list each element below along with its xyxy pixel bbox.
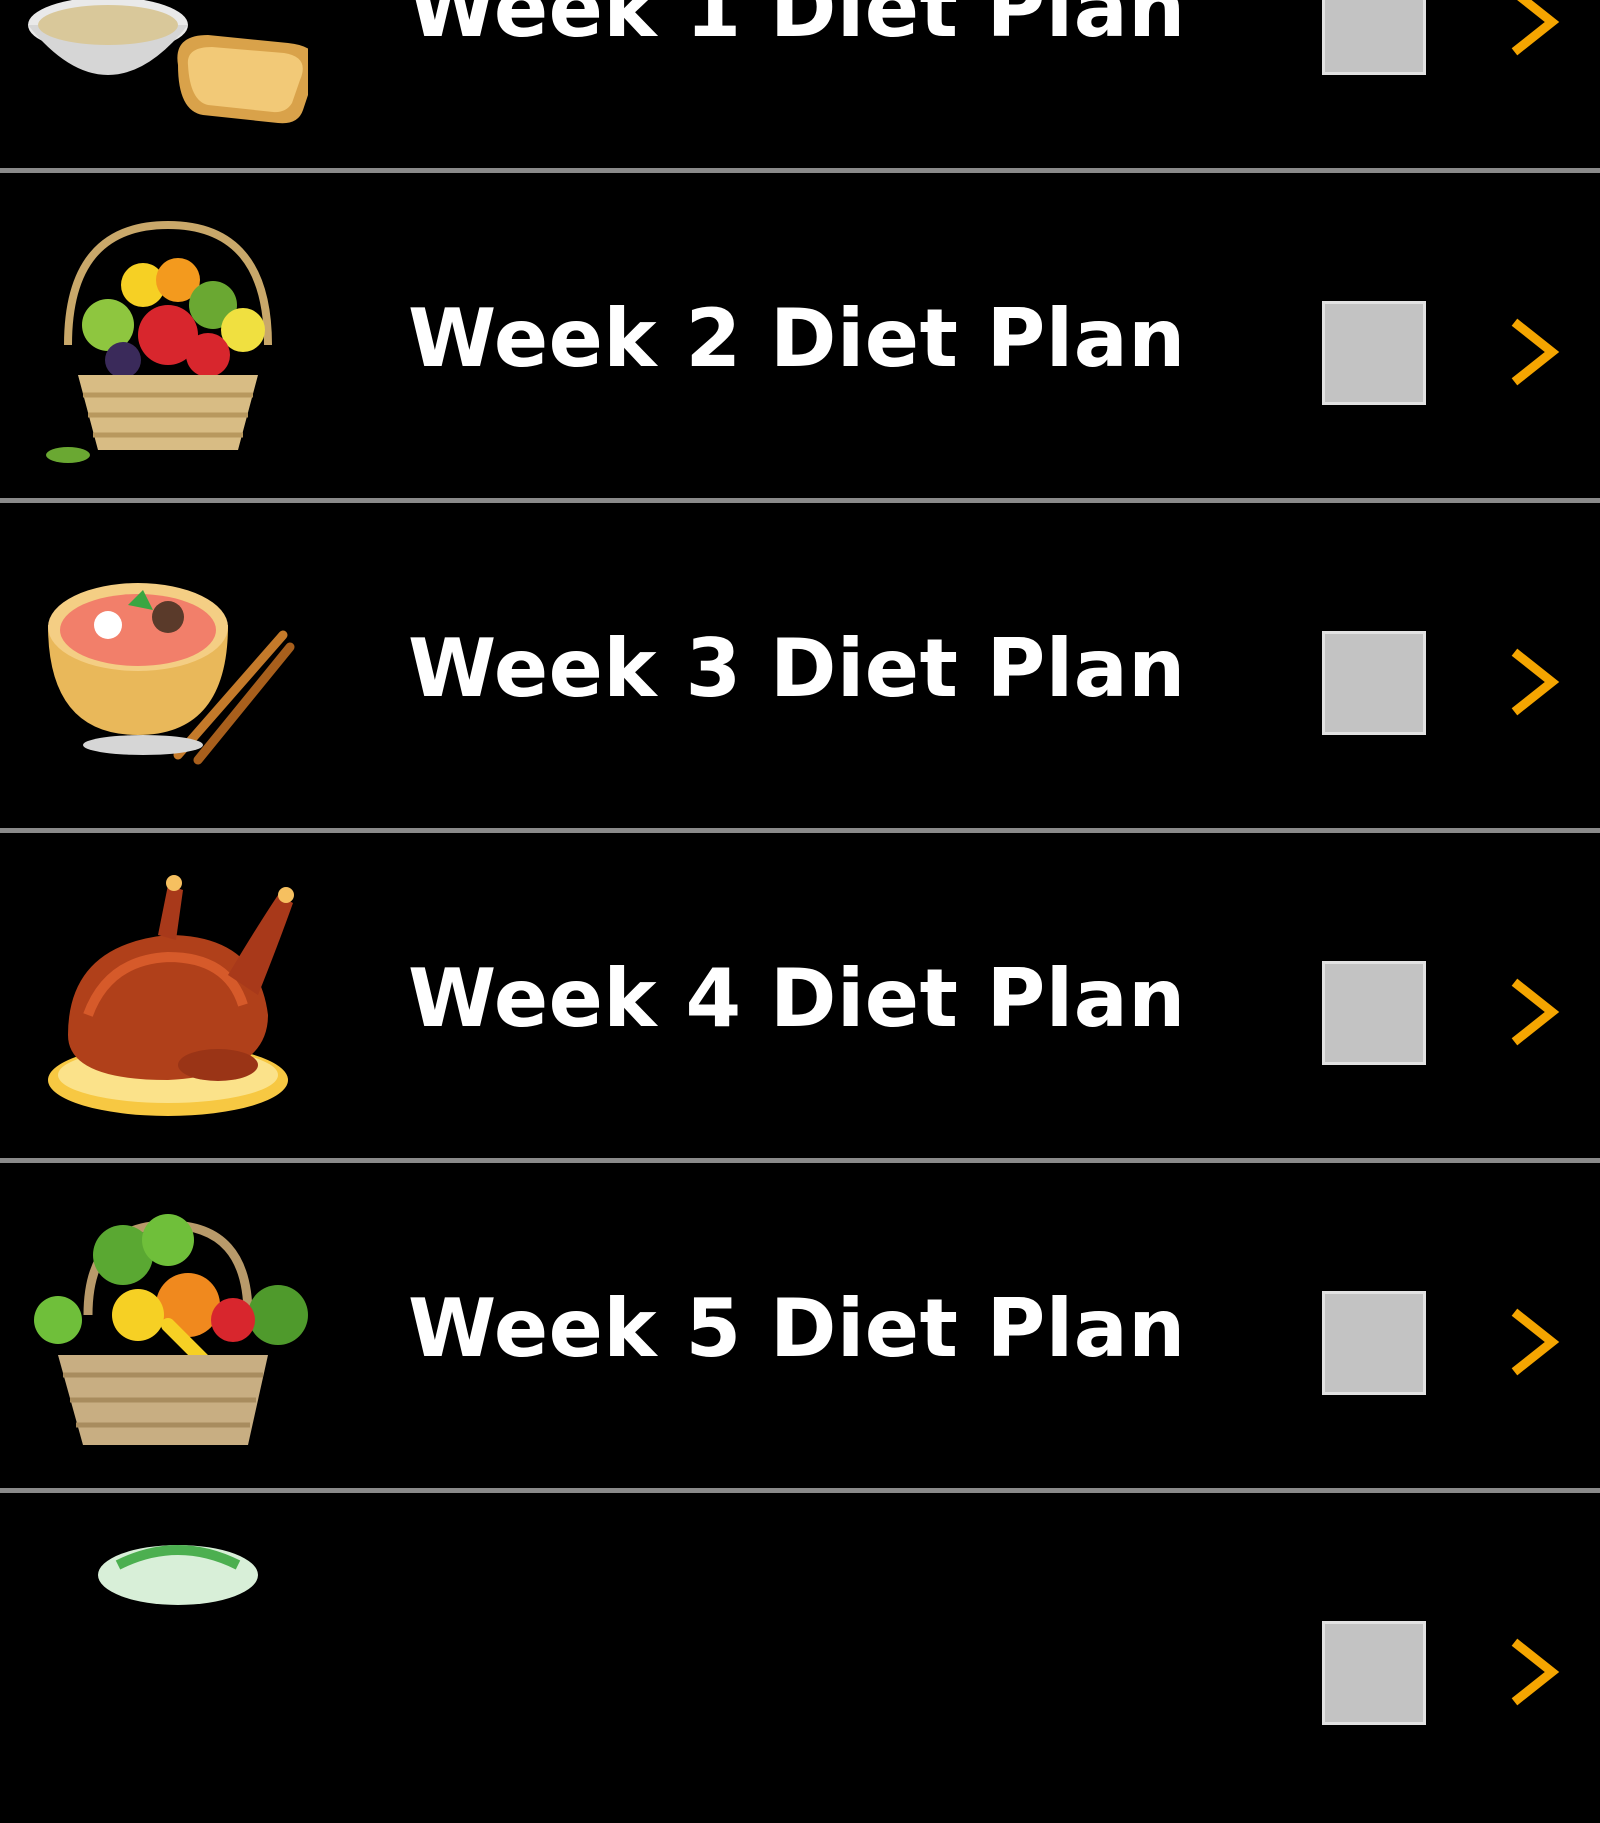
chevron-right-icon — [1506, 317, 1566, 387]
diet-plan-label: Week 4 Diet Plan — [408, 952, 1186, 1045]
diet-plan-row-week-4[interactable]: Week 4 Diet Plan — [0, 833, 1600, 1163]
diet-plan-label: Week 1 Diet Plan — [408, 0, 1186, 55]
diet-plan-row-week-5[interactable]: Week 5 Diet Plan — [0, 1163, 1600, 1493]
completed-checkbox[interactable] — [1322, 961, 1426, 1065]
diet-plan-label: Week 5 Diet Plan — [408, 1282, 1186, 1375]
chevron-right-icon — [1506, 0, 1566, 57]
diet-plan-row-week-2[interactable]: Week 2 Diet Plan — [0, 173, 1600, 503]
completed-checkbox[interactable] — [1322, 1291, 1426, 1395]
diet-plan-list: Week 1 Diet Plan Week 2 Diet Plan Week 3… — [0, 0, 1600, 1823]
salad-icon — [28, 1525, 308, 1785]
diet-plan-label: Week 2 Diet Plan — [408, 292, 1186, 385]
roast-chicken-icon — [28, 865, 308, 1125]
completed-checkbox[interactable] — [1322, 631, 1426, 735]
diet-plan-row-week-3[interactable]: Week 3 Diet Plan — [0, 503, 1600, 833]
diet-plan-row-week-1[interactable]: Week 1 Diet Plan — [0, 0, 1600, 173]
chevron-right-icon — [1506, 647, 1566, 717]
soup-bowl-chopsticks-icon — [28, 535, 308, 795]
diet-plan-label: Week 3 Diet Plan — [408, 622, 1186, 715]
porridge-and-toast-icon — [28, 0, 308, 135]
completed-checkbox[interactable] — [1322, 301, 1426, 405]
chevron-right-icon — [1506, 977, 1566, 1047]
chevron-right-icon — [1506, 1307, 1566, 1377]
completed-checkbox[interactable] — [1322, 0, 1426, 75]
chevron-right-icon — [1506, 1637, 1566, 1707]
vegetable-basket-icon — [28, 1195, 308, 1455]
completed-checkbox[interactable] — [1322, 1621, 1426, 1725]
diet-plan-row-week-6[interactable] — [0, 1493, 1600, 1823]
fruit-basket-icon — [28, 205, 308, 465]
